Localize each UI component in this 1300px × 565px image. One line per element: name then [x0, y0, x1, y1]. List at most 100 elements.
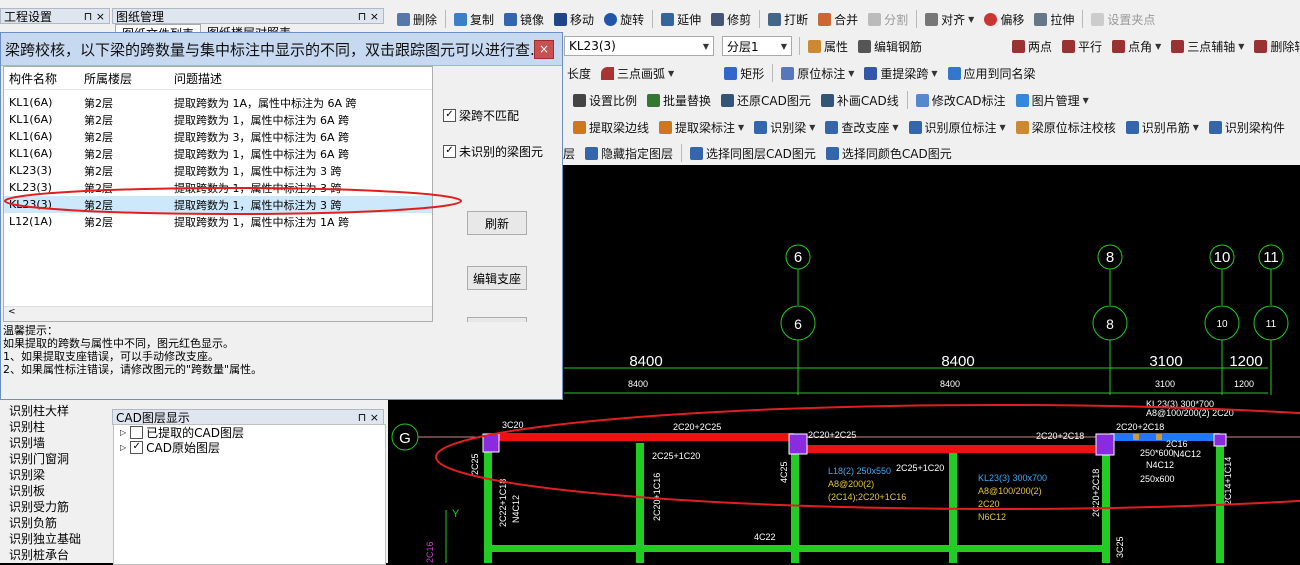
properties-button[interactable]: 属性 — [803, 35, 853, 57]
point-angle-button[interactable]: 点角 ▼ — [1107, 35, 1166, 57]
select-same-color-button[interactable]: 选择同颜色CAD图元 — [821, 142, 957, 164]
restore-cad-button[interactable]: 还原CAD图元 — [716, 89, 816, 111]
beam-select-combo[interactable]: KL23(3) ▼ — [564, 36, 714, 56]
cad-layer-tree: ▷ 已提取的CAD图层 ▷ ✓ CAD原始图层 — [113, 424, 386, 565]
set-grip-button[interactable]: 设置夹点 — [1086, 8, 1160, 30]
check-in-situ-button[interactable]: 梁原位标注校核 — [1011, 116, 1121, 138]
identify-beam-button[interactable]: 识别梁 ▼ — [749, 116, 820, 138]
same-color-icon — [825, 146, 839, 160]
identify-hanger-button[interactable]: 识别吊筋 ▼ — [1121, 116, 1204, 138]
image-manager-dropdown[interactable]: 图片管理 ▼ — [1011, 89, 1094, 111]
hanger-icon — [1125, 120, 1139, 134]
layer-item-extracted[interactable]: ▷ 已提取的CAD图层 — [114, 425, 385, 440]
mirror-icon — [504, 12, 518, 26]
dim-small-1200: 1200 — [1234, 379, 1254, 389]
pin-icon[interactable]: ⊓ × — [358, 411, 379, 424]
horizontal-scrollbar[interactable]: < — [4, 306, 432, 321]
table-row[interactable]: KL1(6A) 第2层 提取跨数为 3，属性中标注为 6A 跨 — [4, 128, 432, 145]
axis-label-8: 8 — [1106, 316, 1114, 332]
extend-button[interactable]: 延伸 — [656, 8, 706, 30]
expand-icon[interactable]: ▷ — [120, 428, 126, 437]
check-support-button[interactable]: 查改支座 ▼ — [820, 116, 903, 138]
table-row[interactable]: KL1(6A) 第2层 提取跨数为 1，属性中标注为 6A 跨 — [4, 145, 432, 162]
menu-item-beam[interactable]: 识别梁 — [0, 466, 108, 482]
three-point-arc-button[interactable]: 三点画弧 ▼ — [596, 62, 679, 84]
chevron-down-icon: ▼ — [809, 122, 816, 132]
layer-item-original[interactable]: ▷ ✓ CAD原始图层 — [114, 440, 385, 455]
menu-item-column-detail[interactable]: 识别柱大样 — [0, 402, 108, 418]
three-point-axis-button[interactable]: 三点辅轴 ▼ — [1166, 35, 1249, 57]
apply-same-beam-button[interactable]: 应用到同名梁 — [943, 62, 1041, 84]
extract-beam-edge-button[interactable]: 提取梁边线 — [568, 116, 654, 138]
delete-button[interactable]: 删除 — [392, 8, 442, 30]
pin-icon[interactable]: ⊓ × — [84, 10, 105, 23]
chevron-down-icon: ▼ — [848, 68, 855, 78]
menu-item-footing[interactable]: 识别独立基础 — [0, 530, 108, 546]
col-component-name[interactable]: 构件名称 — [4, 70, 79, 87]
set-scale-button[interactable]: 设置比例 — [568, 89, 642, 111]
filter-unidentified[interactable]: ✓ 未识别的梁图元 — [443, 143, 543, 160]
expand-icon[interactable]: ▷ — [120, 443, 126, 452]
batch-replace-button[interactable]: 批量替换 — [642, 89, 716, 111]
ann-beam-2c20-2c25b: 2C20+2C25 — [808, 430, 856, 440]
hide-layer-button[interactable]: 隐藏指定图层 — [580, 142, 678, 164]
rectangle-button[interactable]: 矩形 — [719, 62, 769, 84]
break-button[interactable]: 打断 — [763, 8, 813, 30]
in-situ-annotation-button[interactable]: 原位标注 ▼ — [776, 62, 859, 84]
menu-item-slab[interactable]: 识别板 — [0, 482, 108, 498]
edit-support-button[interactable]: 编辑支座 — [467, 266, 527, 290]
length-button[interactable]: 长度 — [562, 62, 596, 84]
table-row[interactable]: KL1(6A) 第2层 提取跨数为 1A，属性中标注为 6A 跨 — [4, 94, 432, 111]
extract-beam-annotation-button[interactable]: 提取梁标注 ▼ — [654, 116, 749, 138]
extend-icon — [661, 12, 675, 26]
checkbox-extracted[interactable] — [130, 426, 144, 439]
pin-icon[interactable]: ⊓ × — [358, 10, 379, 23]
check-icon — [1015, 120, 1029, 134]
modify-cad-annotation-button[interactable]: 修改CAD标注 — [911, 89, 1011, 111]
checkbox-span-mismatch[interactable]: ✓ — [443, 109, 456, 122]
split-button[interactable]: 分割 — [863, 8, 913, 30]
mirror-button[interactable]: 镜像 — [499, 8, 549, 30]
select-same-layer-button[interactable]: 选择同图层CAD图元 — [685, 142, 821, 164]
drawing-manager-title: 图纸管理 — [116, 9, 165, 24]
filter-span-mismatch[interactable]: ✓ 梁跨不匹配 — [443, 107, 519, 124]
refresh-button[interactable]: 刷新 — [467, 211, 527, 235]
partial-button[interactable] — [467, 317, 527, 322]
dialog-title-bar[interactable]: 梁跨校核，以下梁的跨数量与集中标注中显示的不同，双击跟踪图元可以进行查... — [1, 33, 562, 66]
col-floor[interactable]: 所属楼层 — [79, 70, 169, 87]
table-row[interactable]: KL23(3) 第2层 提取跨数为 1，属性中标注为 3 跨 — [4, 162, 432, 179]
scroll-left-icon[interactable]: < — [8, 307, 16, 317]
identify-in-situ-button[interactable]: 识别原位标注 ▼ — [904, 116, 1011, 138]
parallel-button[interactable]: 平行 — [1057, 35, 1107, 57]
layer-select-combo[interactable]: 分层1 ▼ — [722, 36, 792, 56]
menu-item-pile-cap[interactable]: 识别桩承台 — [0, 546, 108, 562]
identify-menu: 识别柱大样 识别柱 识别墙 识别门窗洞 识别梁 识别板 识别受力筋 识别负筋 识… — [0, 402, 108, 562]
two-point-button[interactable]: 两点 — [1007, 35, 1057, 57]
menu-item-column[interactable]: 识别柱 — [0, 418, 108, 434]
identify-beam-component-button[interactable]: 识别梁构件 — [1204, 116, 1290, 138]
offset-button[interactable]: 偏移 — [979, 8, 1029, 30]
copy-button[interactable]: 复制 — [449, 8, 499, 30]
project-settings-tab[interactable]: 工程设置 — [4, 8, 52, 25]
align-dropdown[interactable]: 对齐 ▼ — [920, 8, 979, 30]
rotate-button[interactable]: 旋转 — [599, 8, 649, 30]
move-button[interactable]: 移动 — [549, 8, 599, 30]
menu-item-negative-rebar[interactable]: 识别负筋 — [0, 514, 108, 530]
table-row[interactable]: KL1(6A) 第2层 提取跨数为 1，属性中标注为 6A 跨 — [4, 111, 432, 128]
menu-item-rebar[interactable]: 识别受力筋 — [0, 498, 108, 514]
menu-item-door-window[interactable]: 识别门窗洞 — [0, 450, 108, 466]
hide-layer-icon — [585, 146, 599, 160]
checkbox-original[interactable]: ✓ — [130, 441, 144, 454]
redraw-cad-line-button[interactable]: 补画CAD线 — [816, 89, 904, 111]
scale-icon — [573, 93, 586, 107]
delete-axis-button[interactable]: 删除辅轴▼ — [1249, 35, 1300, 57]
trim-button[interactable]: 修剪 — [706, 8, 756, 30]
edit-rebar-button[interactable]: 编辑钢筋 — [853, 35, 927, 57]
merge-button[interactable]: 合并 — [813, 8, 863, 30]
close-button[interactable]: × — [534, 40, 554, 59]
checkbox-unidentified[interactable]: ✓ — [443, 145, 456, 158]
stretch-button[interactable]: 拉伸 — [1029, 8, 1079, 30]
col-description[interactable]: 问题描述 — [169, 70, 432, 87]
re-extract-span-button[interactable]: 重提梁跨 ▼ — [859, 62, 942, 84]
menu-item-wall[interactable]: 识别墙 — [0, 434, 108, 450]
